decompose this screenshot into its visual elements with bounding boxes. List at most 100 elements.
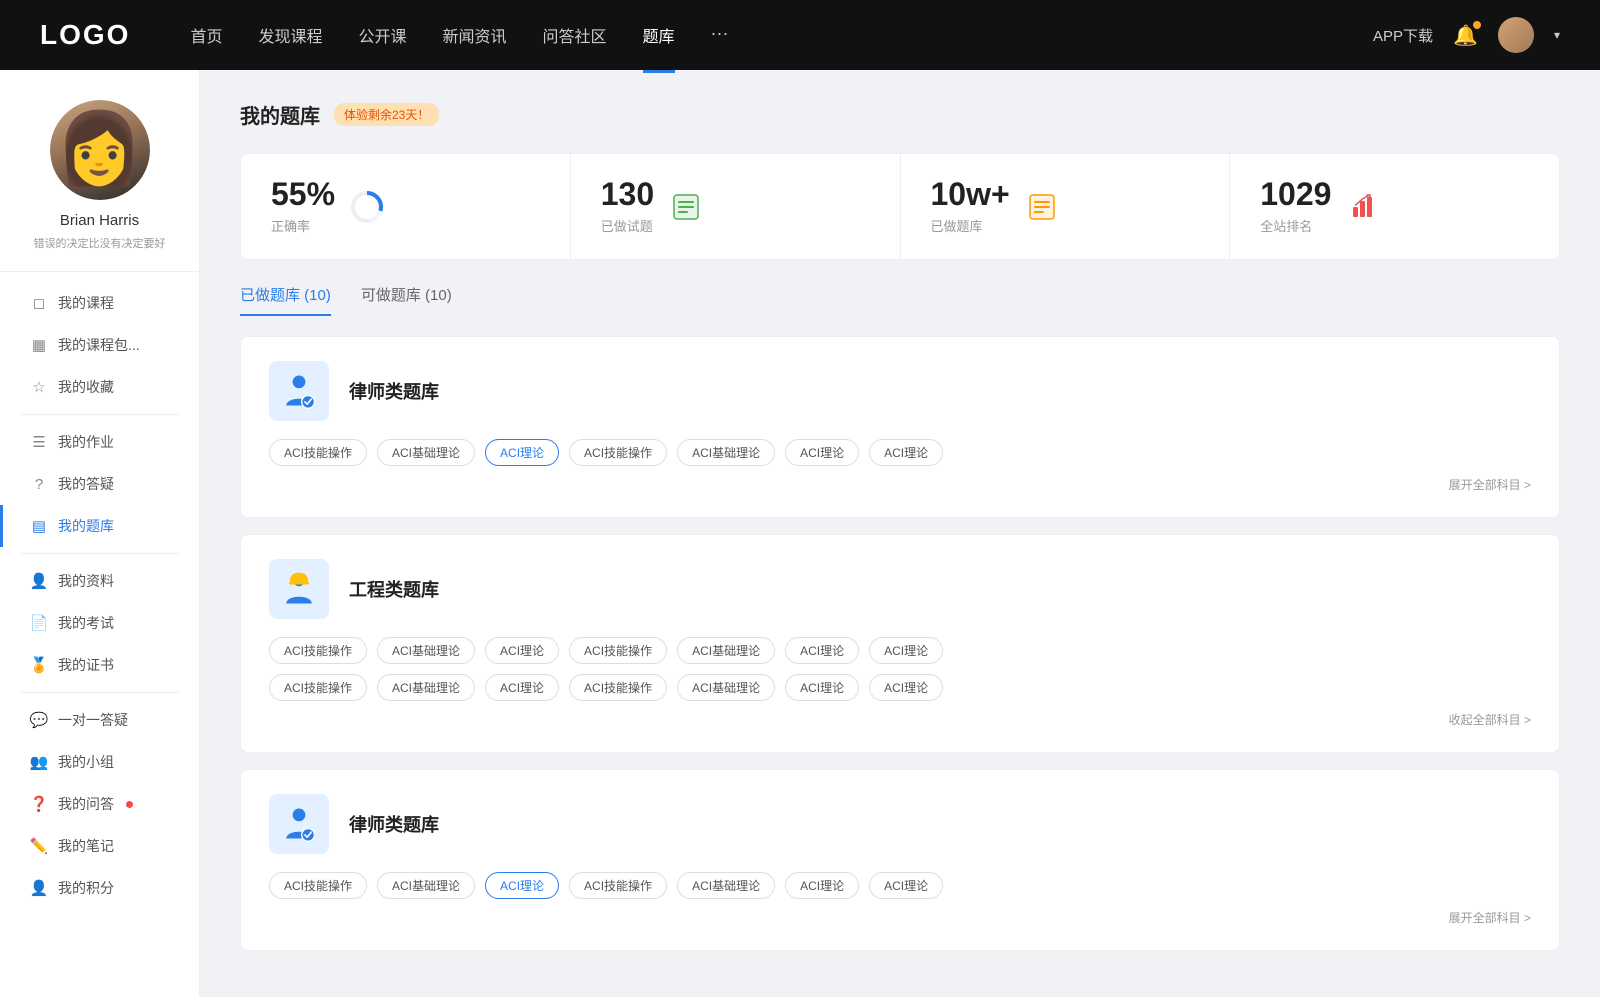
tab-done[interactable]: 已做题库 (10) xyxy=(240,284,331,315)
tag-aci-theory-2[interactable]: ACI理论 xyxy=(785,439,859,466)
tag-law2-skill-2[interactable]: ACI技能操作 xyxy=(569,872,667,899)
trial-badge: 体验剩余23天！ xyxy=(334,103,439,126)
sidebar-label-cert: 我的证书 xyxy=(58,655,114,675)
stat-done-questions: 130 已做试题 xyxy=(571,154,901,259)
main-layout: Brian Harris 错误的决定比没有决定要好 ◻ 我的课程 ▦ 我的课程包… xyxy=(0,70,1600,997)
tag-eng-skill-4[interactable]: ACI技能操作 xyxy=(569,674,667,701)
nav-link-qa[interactable]: 问答社区 xyxy=(543,23,607,47)
tag-aci-basic-2[interactable]: ACI基础理论 xyxy=(677,439,775,466)
notes-icon: ✏️ xyxy=(30,837,48,855)
stat-rank-value: 1029 xyxy=(1260,178,1331,210)
tag-aci-basic-1[interactable]: ACI基础理论 xyxy=(377,439,475,466)
bank-tags-engineer-row2: ACI技能操作 ACI基础理论 ACI理论 ACI技能操作 ACI基础理论 AC… xyxy=(269,674,1531,701)
questions-notification-dot xyxy=(126,801,133,808)
tag-eng-theory-4[interactable]: ACI理论 xyxy=(485,674,559,701)
sidebar-item-answer[interactable]: ? 我的答疑 xyxy=(0,463,199,505)
tag-law2-skill-1[interactable]: ACI技能操作 xyxy=(269,872,367,899)
tag-law2-theory-2[interactable]: ACI理论 xyxy=(785,872,859,899)
nav-app-download[interactable]: APP下载 xyxy=(1373,25,1433,46)
tag-aci-skill-1[interactable]: ACI技能操作 xyxy=(269,439,367,466)
bank-title-lawyer-1: 律师类题库 xyxy=(349,378,439,404)
nav-link-home[interactable]: 首页 xyxy=(190,23,222,47)
sidebar-item-notes[interactable]: ✏️ 我的笔记 xyxy=(0,825,199,867)
stat-rank-text: 1029 全站排名 xyxy=(1260,178,1331,235)
tag-aci-theory-1-active[interactable]: ACI理论 xyxy=(485,439,559,466)
stat-done-value: 130 xyxy=(601,178,654,210)
tag-eng-theory-3[interactable]: ACI理论 xyxy=(869,637,943,664)
sidebar-item-courses[interactable]: ◻ 我的课程 xyxy=(0,282,199,324)
tag-eng-theory-6[interactable]: ACI理论 xyxy=(869,674,943,701)
sidebar-label-exam: 我的考试 xyxy=(58,613,114,633)
profile-name: Brian Harris xyxy=(60,212,139,229)
nav-avatar[interactable] xyxy=(1498,17,1534,53)
sidebar-item-homework[interactable]: ☰ 我的作业 xyxy=(0,421,199,463)
tag-eng-basic-3[interactable]: ACI基础理论 xyxy=(377,674,475,701)
stat-banks-text: 10w+ 已做题库 xyxy=(931,178,1010,235)
collapse-btn-engineer[interactable]: 收起全部科目 > xyxy=(1449,711,1531,728)
sidebar-item-bank[interactable]: ▤ 我的题库 xyxy=(0,505,199,547)
nav-dropdown-arrow[interactable]: ▾ xyxy=(1554,28,1560,42)
navbar: LOGO 首页 发现课程 公开课 新闻资讯 问答社区 题库 ··· APP下载 … xyxy=(0,0,1600,70)
tag-eng-theory-2[interactable]: ACI理论 xyxy=(785,637,859,664)
tag-eng-skill-2[interactable]: ACI技能操作 xyxy=(569,637,667,664)
tag-eng-skill-1[interactable]: ACI技能操作 xyxy=(269,637,367,664)
tag-law2-theory-active[interactable]: ACI理论 xyxy=(485,872,559,899)
cert-icon: 🏅 xyxy=(30,656,48,674)
sidebar-item-group[interactable]: 👥 我的小组 xyxy=(0,741,199,783)
nav-more[interactable]: ··· xyxy=(711,23,729,47)
sidebar-label-questions: 我的问答 xyxy=(58,794,114,814)
tag-aci-skill-2[interactable]: ACI技能操作 xyxy=(569,439,667,466)
tag-law2-basic-1[interactable]: ACI基础理论 xyxy=(377,872,475,899)
sidebar-item-course-package[interactable]: ▦ 我的课程包... xyxy=(0,324,199,366)
bank-footer-lawyer-2: 展开全部科目 > xyxy=(269,909,1531,926)
bank-title-engineer: 工程类题库 xyxy=(349,576,439,602)
sidebar-label-courses: 我的课程 xyxy=(58,293,114,313)
profile-avatar-image xyxy=(50,100,150,200)
sidebar-label-course-package: 我的课程包... xyxy=(58,335,140,355)
stat-banks-label: 已做题库 xyxy=(931,216,1010,235)
course-package-icon: ▦ xyxy=(30,336,48,354)
points-icon: 👤 xyxy=(30,879,48,897)
bank-title-lawyer-2: 律师类题库 xyxy=(349,811,439,837)
nav-link-news[interactable]: 新闻资讯 xyxy=(443,23,507,47)
sidebar-item-1on1[interactable]: 💬 一对一答疑 xyxy=(0,699,199,741)
tag-law2-basic-2[interactable]: ACI基础理论 xyxy=(677,872,775,899)
bank-card-lawyer-2: 律师类题库 ACI技能操作 ACI基础理论 ACI理论 ACI技能操作 ACI基… xyxy=(240,769,1560,951)
tag-eng-basic-2[interactable]: ACI基础理论 xyxy=(677,637,775,664)
tag-eng-theory-1[interactable]: ACI理论 xyxy=(485,637,559,664)
nav-link-bank[interactable]: 题库 xyxy=(643,23,675,47)
bank-footer-engineer: 收起全部科目 > xyxy=(269,711,1531,728)
expand-btn-lawyer-1[interactable]: 展开全部科目 > xyxy=(1449,476,1531,493)
stat-rank: 1029 全站排名 xyxy=(1230,154,1559,259)
nav-logo: LOGO xyxy=(40,19,130,51)
sidebar-item-exam[interactable]: 📄 我的考试 xyxy=(0,602,199,644)
nav-link-discover[interactable]: 发现课程 xyxy=(258,23,322,47)
bank-footer-lawyer-1: 展开全部科目 > xyxy=(269,476,1531,493)
tag-aci-theory-3[interactable]: ACI理论 xyxy=(869,439,943,466)
nav-bell[interactable]: 🔔 xyxy=(1453,23,1478,48)
lawyer-icon-2 xyxy=(269,794,329,854)
tag-eng-basic-1[interactable]: ACI基础理论 xyxy=(377,637,475,664)
bank-card-engineer-header: 工程类题库 xyxy=(269,559,1531,619)
sidebar-item-favorites[interactable]: ☆ 我的收藏 xyxy=(0,366,199,408)
tag-law2-theory-3[interactable]: ACI理论 xyxy=(869,872,943,899)
sidebar-label-group: 我的小组 xyxy=(58,752,114,772)
profile-icon: 👤 xyxy=(30,572,48,590)
star-icon: ☆ xyxy=(30,378,48,396)
sidebar-item-cert[interactable]: 🏅 我的证书 xyxy=(0,644,199,686)
bank-tags-lawyer-2: ACI技能操作 ACI基础理论 ACI理论 ACI技能操作 ACI基础理论 AC… xyxy=(269,872,1531,899)
expand-btn-lawyer-2[interactable]: 展开全部科目 > xyxy=(1449,909,1531,926)
tab-available[interactable]: 可做题库 (10) xyxy=(361,284,452,315)
sidebar-item-questions[interactable]: ❓ 我的问答 xyxy=(0,783,199,825)
sidebar-label-favorites: 我的收藏 xyxy=(58,377,114,397)
tag-eng-skill-3[interactable]: ACI技能操作 xyxy=(269,674,367,701)
sidebar-divider-3 xyxy=(20,692,179,693)
tag-eng-theory-5[interactable]: ACI理论 xyxy=(785,674,859,701)
stat-accuracy-value: 55% xyxy=(271,178,335,210)
sidebar: Brian Harris 错误的决定比没有决定要好 ◻ 我的课程 ▦ 我的课程包… xyxy=(0,70,200,997)
group-icon: 👥 xyxy=(30,753,48,771)
nav-link-open[interactable]: 公开课 xyxy=(358,23,406,47)
sidebar-item-points[interactable]: 👤 我的积分 xyxy=(0,867,199,909)
tag-eng-basic-4[interactable]: ACI基础理论 xyxy=(677,674,775,701)
sidebar-item-profile[interactable]: 👤 我的资料 xyxy=(0,560,199,602)
